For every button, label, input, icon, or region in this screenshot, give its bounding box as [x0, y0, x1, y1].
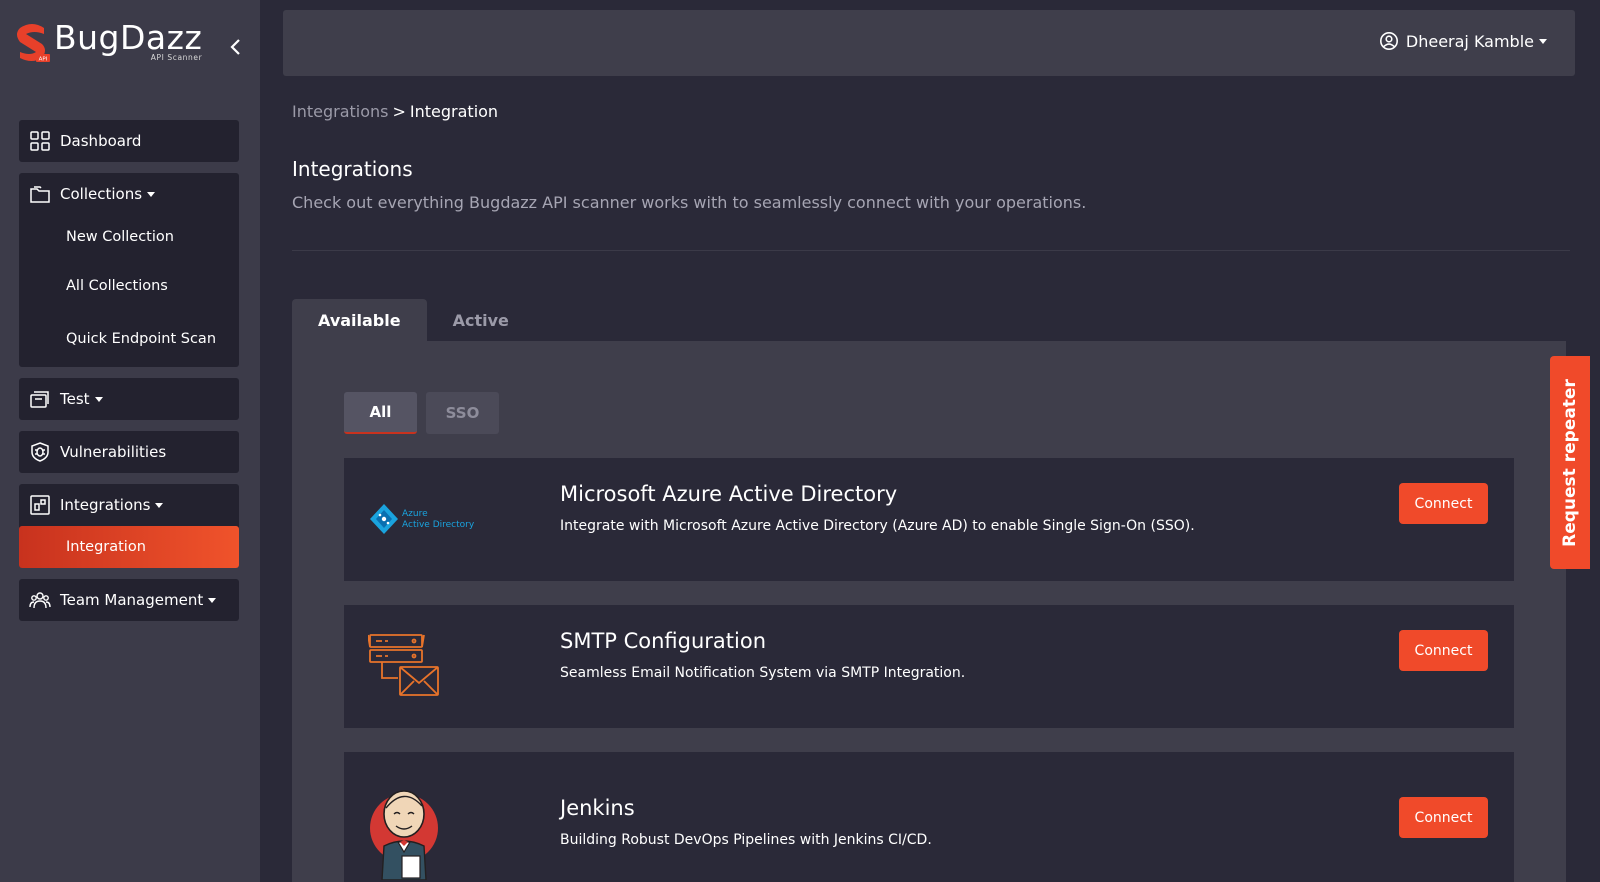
request-repeater-label: Request repeater: [1560, 378, 1580, 547]
smtp-server-mail-icon: [367, 633, 440, 703]
sidebar-item-label: Vulnerabilities: [60, 443, 167, 461]
user-menu[interactable]: Dheeraj Kamble: [1379, 31, 1547, 51]
app-logo[interactable]: API BugDazz API Scanner: [14, 20, 202, 64]
sidebar-subitem-all-collections[interactable]: All Collections: [19, 259, 239, 312]
sidebar-group-integrations: Integrations Integration: [19, 484, 239, 568]
chevron-down-icon: [1539, 38, 1547, 44]
integration-card-azure: Azure Active Directory Microsoft Azure A…: [344, 458, 1514, 581]
page-title: Integrations: [292, 157, 413, 181]
top-header: Dheeraj Kamble: [283, 10, 1575, 76]
integrations-icon: [29, 494, 51, 516]
sidebar-subitem-new-collection[interactable]: New Collection: [19, 215, 239, 259]
sidebar-item-test[interactable]: Test: [19, 378, 239, 420]
filter-all[interactable]: All: [344, 392, 417, 434]
team-icon: [29, 589, 51, 611]
sidebar-nav: Dashboard Collections New Collection All…: [19, 120, 239, 632]
breadcrumb-separator: >: [392, 102, 406, 121]
sidebar-item-dashboard[interactable]: Dashboard: [19, 120, 239, 162]
page-description: Check out everything Bugdazz API scanner…: [292, 193, 1087, 212]
integrations-panel: All SSO Azure Active Directory Microsoft…: [292, 341, 1566, 882]
app-name: BugDazz: [54, 18, 203, 57]
chevron-down-icon: [155, 502, 164, 508]
sidebar-item-label: Team Management: [60, 591, 204, 609]
dashboard-grid-icon: [29, 130, 51, 152]
sidebar: API BugDazz API Scanner Dashboard Collec…: [0, 0, 260, 882]
chevron-down-icon: [147, 191, 156, 197]
sidebar-item-integrations[interactable]: Integrations: [19, 484, 239, 526]
azure-ad-logo-icon: Azure Active Directory: [368, 502, 478, 540]
connect-button[interactable]: Connect: [1399, 797, 1488, 838]
folder-icon: [29, 183, 51, 205]
sidebar-item-label: Test: [60, 390, 90, 408]
tab-active[interactable]: Active: [427, 299, 535, 341]
vulnerability-bug-icon: [29, 441, 51, 463]
breadcrumb-parent[interactable]: Integrations: [292, 102, 389, 121]
integration-card-smtp: SMTP Configuration Seamless Email Notifi…: [344, 605, 1514, 728]
collapse-sidebar-icon[interactable]: [226, 36, 246, 58]
bugdazz-logo-icon: API: [14, 20, 50, 64]
svg-text:Azure: Azure: [402, 509, 428, 519]
breadcrumb-current: Integration: [409, 102, 499, 121]
chevron-down-icon: [94, 396, 103, 402]
tab-bar: Available Active: [292, 299, 535, 341]
filter-sso[interactable]: SSO: [426, 392, 499, 434]
user-name: Dheeraj Kamble: [1405, 31, 1534, 51]
divider: [292, 250, 1570, 251]
request-repeater-button[interactable]: Request repeater: [1550, 356, 1590, 569]
test-folder-icon: [29, 388, 51, 410]
sidebar-item-vulnerabilities[interactable]: Vulnerabilities: [19, 431, 239, 473]
sidebar-item-collections[interactable]: Collections: [19, 173, 239, 215]
integration-card-jenkins: Jenkins Building Robust DevOps Pipelines…: [344, 752, 1514, 882]
chevron-down-icon: [208, 597, 217, 603]
sidebar-subitem-integration[interactable]: Integration: [19, 526, 239, 568]
sidebar-item-label: Dashboard: [60, 132, 142, 150]
integration-description: Integrate with Microsoft Azure Active Di…: [560, 518, 1195, 534]
sidebar-group-collections: Collections New Collection All Collectio…: [19, 173, 239, 367]
svg-text:API: API: [39, 57, 48, 63]
user-circle-icon: [1379, 31, 1399, 51]
sidebar-item-team-management[interactable]: Team Management: [19, 579, 239, 621]
filter-bar: All SSO: [344, 392, 499, 434]
sidebar-item-label: Collections: [60, 185, 143, 203]
integration-title: Microsoft Azure Active Directory: [560, 482, 898, 506]
connect-button[interactable]: Connect: [1399, 483, 1488, 524]
integration-description: Seamless Email Notification System via S…: [560, 665, 966, 681]
breadcrumb: Integrations > Integration: [292, 102, 498, 121]
tab-available[interactable]: Available: [292, 299, 427, 341]
integration-title: Jenkins: [560, 796, 635, 820]
jenkins-logo-icon: [368, 780, 440, 882]
integration-title: SMTP Configuration: [560, 629, 767, 653]
svg-text:Active Directory: Active Directory: [402, 520, 475, 530]
sidebar-item-label: Integrations: [60, 496, 151, 514]
integration-description: Building Robust DevOps Pipelines with Je…: [560, 832, 932, 848]
sidebar-subitem-quick-endpoint-scan[interactable]: Quick Endpoint Scan: [19, 312, 239, 365]
connect-button[interactable]: Connect: [1399, 630, 1488, 671]
